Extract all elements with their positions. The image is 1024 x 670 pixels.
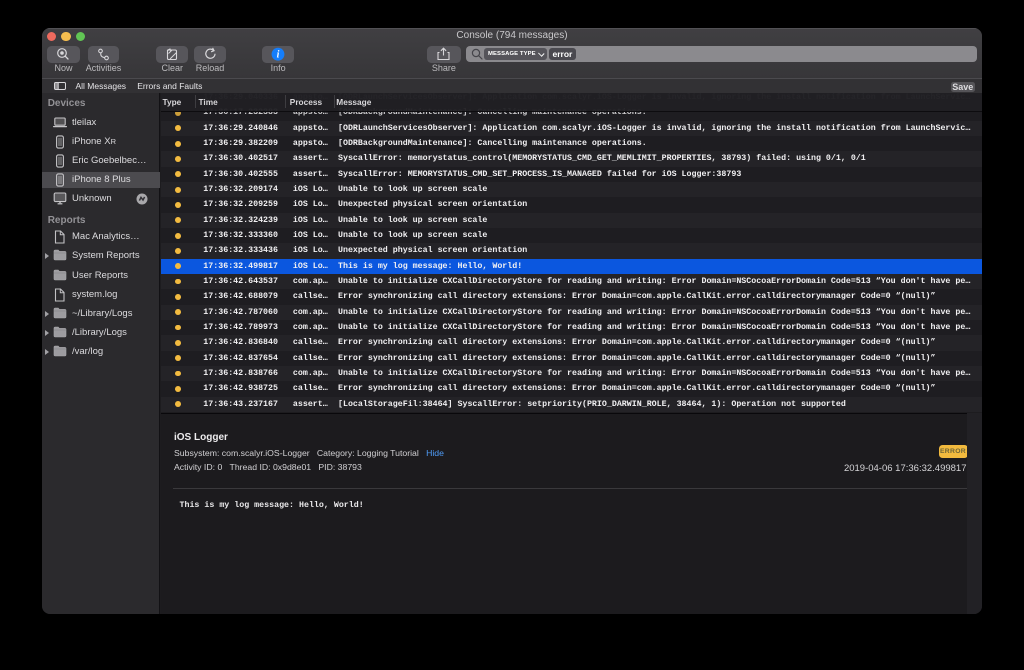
- svg-text:i: i: [277, 50, 280, 61]
